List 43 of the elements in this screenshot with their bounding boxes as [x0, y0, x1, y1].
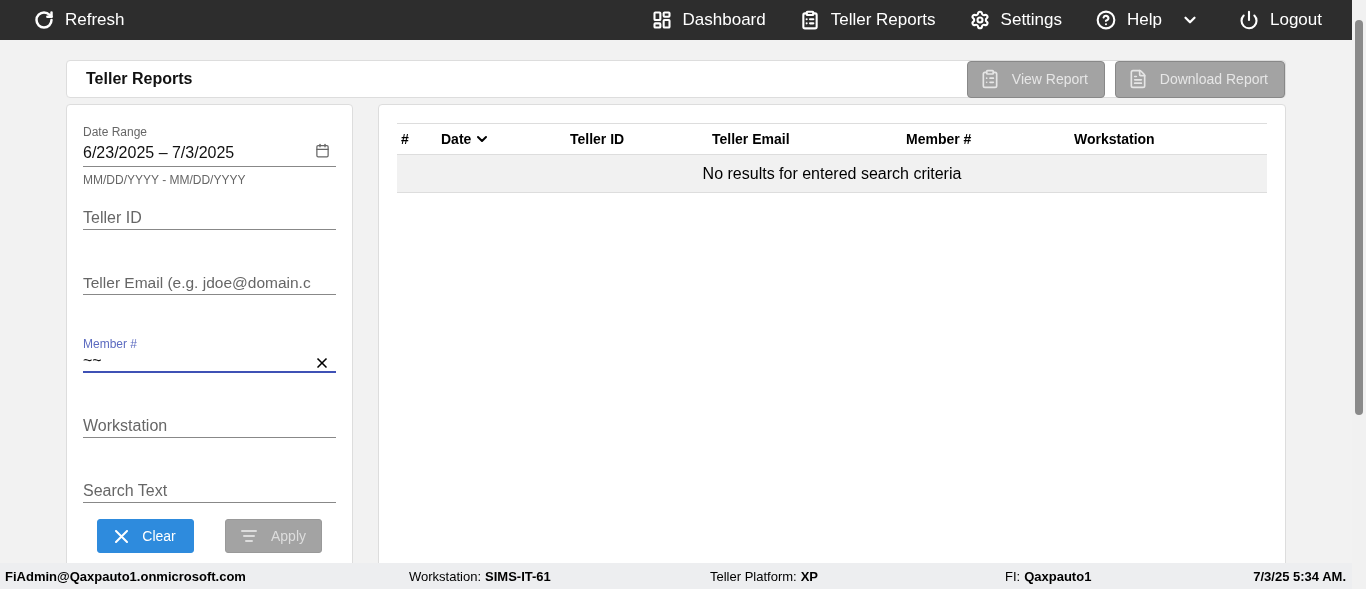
nav-link[interactable]: Teller Reports — [799, 10, 936, 30]
date-range-field[interactable]: 6/23/2025 – 7/3/2025 — [83, 139, 336, 167]
column-header[interactable]: Teller Email — [712, 131, 790, 147]
column-header[interactable]: Date — [441, 131, 491, 147]
input-field[interactable]: Teller ID — [83, 207, 336, 230]
column-header[interactable]: # — [401, 131, 409, 147]
field-label: Date Range — [83, 125, 149, 139]
status-time: 7/3/25 5:34 AM. — [1253, 568, 1346, 584]
close-icon — [115, 529, 129, 543]
close-icon[interactable] — [314, 355, 330, 371]
nav-link[interactable]: Dashboard — [651, 10, 766, 30]
status-value: SIMS-IT-61 — [485, 568, 551, 584]
refresh-icon — [34, 10, 54, 30]
page-title: Teller Reports — [86, 70, 194, 88]
calendar-icon[interactable] — [315, 143, 330, 158]
input-field[interactable]: ~~ — [83, 351, 336, 373]
filter-icon — [241, 530, 257, 542]
power-icon — [1239, 10, 1259, 30]
input-field[interactable]: Workstation — [83, 415, 336, 438]
nav-link[interactable]: Settings — [969, 10, 1063, 30]
nav-link[interactable]: Help — [1096, 10, 1199, 30]
column-header[interactable]: Member # — [906, 131, 972, 147]
user-email: FiAdmin@Qaxpauto1.onmicrosoft.com — [5, 568, 247, 584]
field-label: Member # — [83, 337, 139, 351]
field-hint: MM/DD/YYYY - MM/DD/YYYY — [83, 173, 247, 187]
input-field[interactable]: Search Text — [83, 480, 336, 503]
clear-button[interactable]: Clear — [97, 519, 194, 553]
status-label: FI: — [1005, 568, 1021, 584]
clipboard-icon — [799, 10, 820, 30]
settings-icon — [969, 10, 990, 30]
input-field[interactable]: Teller Email (e.g. jdoe@domain.c — [83, 272, 336, 295]
scrollbar-thumb[interactable] — [1355, 20, 1363, 415]
column-header[interactable]: Workstation — [1074, 131, 1155, 147]
refresh-button[interactable]: Refresh — [34, 10, 125, 30]
status-value: XP — [800, 568, 819, 584]
status-value: Qaxpauto1 — [1024, 568, 1092, 584]
status-label: Teller Platform: — [710, 568, 797, 584]
status-label: Workstation: — [409, 568, 481, 584]
dashboard-icon — [651, 10, 672, 30]
help-icon — [1096, 10, 1117, 30]
nav-link[interactable]: Logout — [1239, 10, 1322, 30]
column-header[interactable]: Teller ID — [570, 131, 625, 147]
empty-message: No results for entered search criteria — [702, 164, 962, 182]
